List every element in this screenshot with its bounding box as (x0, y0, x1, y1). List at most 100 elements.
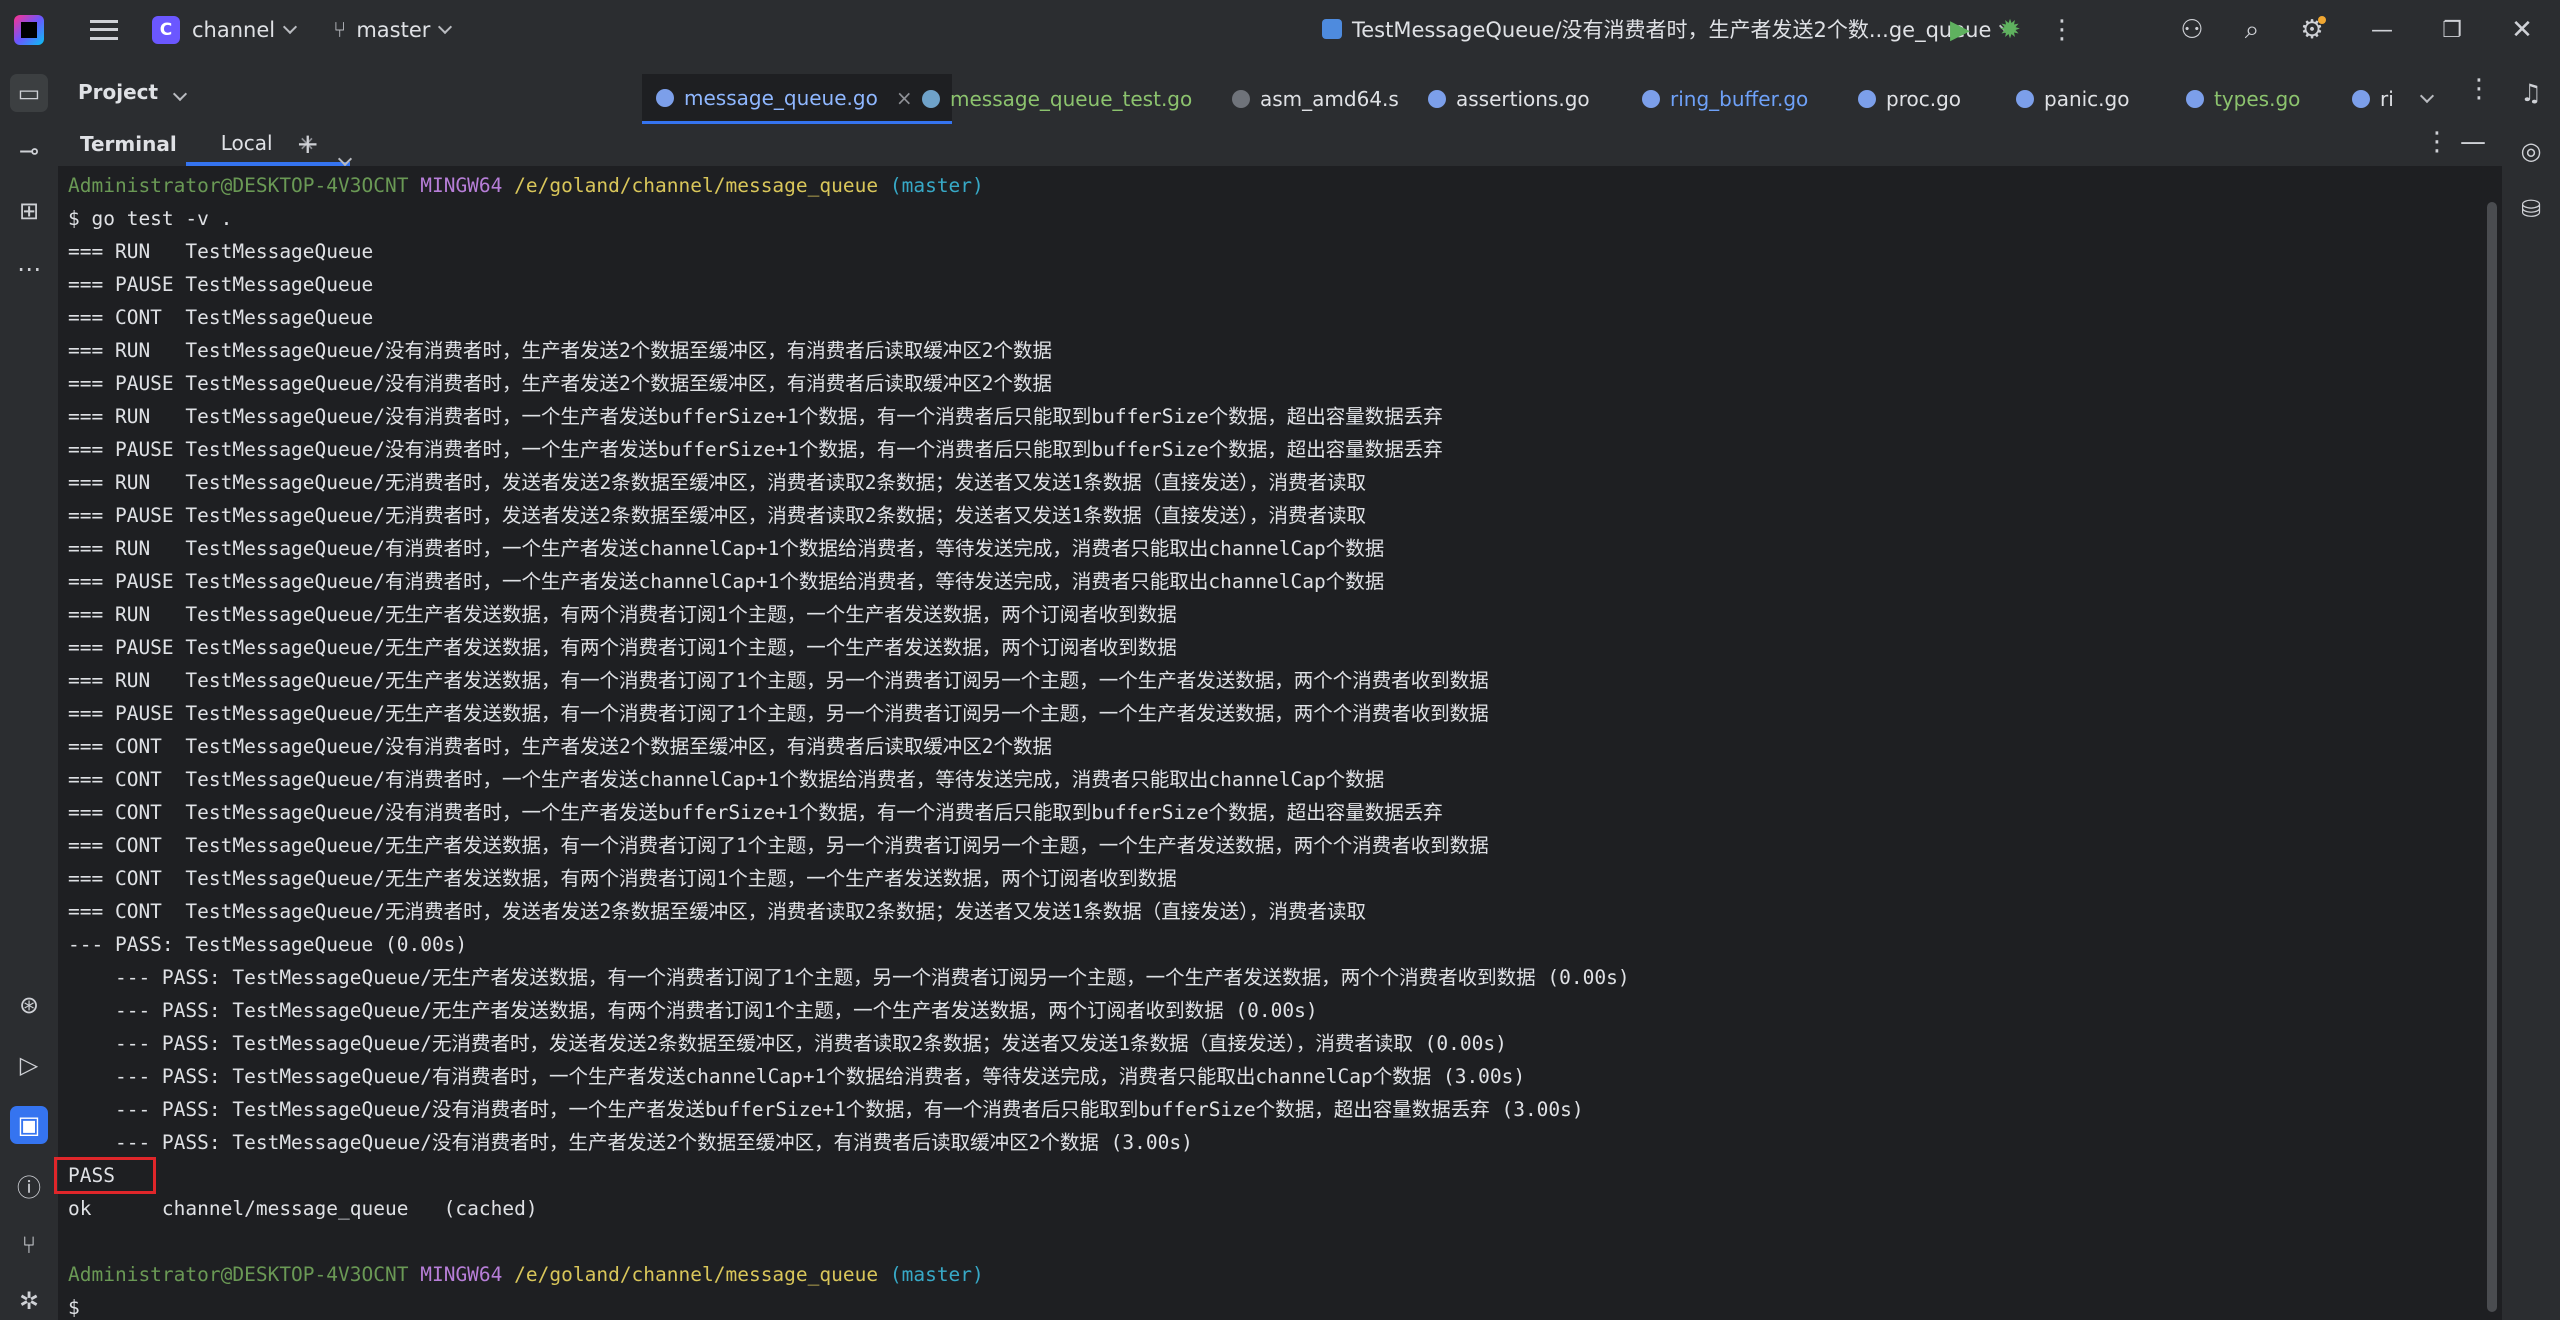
terminal-line: === RUN TestMessageQueue/有消费者时，一个生产者发送ch… (68, 537, 1385, 560)
terminal-line: === RUN TestMessageQueue/无生产者发送数据，有一个消费者… (68, 669, 1489, 692)
terminal-line: --- PASS: TestMessageQueue/没有消费者时，一个生产者发… (68, 1098, 1584, 1121)
folder-icon[interactable]: ▭ (10, 74, 48, 112)
tab-label: asm_amd64.s (1260, 87, 1399, 111)
terminal-tab-label: Local (220, 131, 273, 155)
structure-icon[interactable]: ⊞ (10, 192, 48, 230)
tab-proc-go[interactable]: proc.go (1844, 74, 1994, 124)
terminal-line: === RUN TestMessageQueue/无消费者时，发送者发送2条数据… (68, 471, 1366, 494)
tab-message-queue-go[interactable]: message_queue.go × (642, 74, 952, 124)
update-dot (2318, 16, 2326, 24)
terminal-line: === CONT TestMessageQueue/无生产者发送数据，有一个消费… (68, 834, 1489, 857)
terminal-line: === CONT TestMessageQueue/有消费者时，一个生产者发送c… (68, 768, 1385, 791)
prompt-branch: (master) (889, 174, 984, 197)
chevron-down-icon (438, 19, 453, 35)
terminal-line: === PAUSE TestMessageQueue/无生产者发送数据，有两个消… (68, 636, 1177, 659)
terminal-header: Terminal Local × + ⋮ — (58, 124, 2502, 167)
tab-label: message_queue_test.go (950, 87, 1193, 111)
terminal-line: $ go test -v . (68, 207, 233, 230)
terminal-line: === CONT TestMessageQueue/无消费者时，发送者发送2条数… (68, 900, 1366, 923)
tab-ring-buffer-go[interactable]: ring_buffer.go (1628, 74, 1838, 124)
scrollbar-thumb[interactable] (2487, 202, 2497, 1312)
chevron-down-icon (2419, 88, 2435, 104)
terminal-lines: Administrator@DESKTOP-4V3OCNT MINGW64 /e… (68, 169, 1630, 1320)
terminal-scrollbar[interactable] (2482, 166, 2502, 1320)
tab-types-go[interactable]: types.go (2172, 74, 2332, 124)
git-icon[interactable]: ⑂ (10, 1226, 48, 1264)
prompt-path: /e/goland/channel/message_queue (514, 1263, 879, 1286)
tab-label: types.go (2214, 87, 2301, 111)
ai-icon[interactable]: ◎ (2512, 132, 2550, 170)
settings-icon[interactable]: ⚙ (2296, 14, 2328, 46)
prompt-host: MINGW64 (420, 174, 503, 197)
tab-label: proc.go (1886, 87, 1961, 111)
ide-window: C channel ⑂ master TestMessageQueue/没有消费… (0, 0, 2560, 1320)
tab-label: message_queue.go (684, 85, 878, 110)
terminal-line: --- PASS: TestMessageQueue/无消费者时，发送者发送2条… (68, 1032, 1507, 1055)
terminal-line: === PAUSE TestMessageQueue/没有消费者时，一个生产者发… (68, 438, 1443, 461)
terminal-line: === PAUSE TestMessageQueue/无生产者发送数据，有一个消… (68, 702, 1489, 725)
terminal-cursor-line[interactable]: $ (68, 1291, 1630, 1320)
debug-tool-icon[interactable]: ✲ (10, 1282, 48, 1320)
run-icon[interactable]: ▶ (1944, 14, 1976, 46)
terminal-line: === PAUSE TestMessageQueue/有消费者时，一个生产者发送… (68, 570, 1385, 593)
prompt-line: Administrator@DESKTOP-4V3OCNT MINGW64 /e… (68, 169, 1630, 202)
restore-icon[interactable]: ❐ (2436, 14, 2468, 46)
more-icon[interactable]: ⋮ (2046, 14, 2078, 46)
terminal-line: === CONT TestMessageQueue/无生产者发送数据，有两个消费… (68, 867, 1177, 890)
commit-icon[interactable]: ⊸ (10, 132, 48, 170)
more-tools-icon[interactable]: ⋯ (10, 250, 48, 288)
minimize-icon[interactable]: — (2366, 14, 2398, 46)
hide-panel-icon[interactable]: — (2460, 127, 2486, 157)
asm-file-icon (1232, 90, 1250, 108)
tab-assertions-go[interactable]: assertions.go (1414, 74, 1614, 124)
tab-truncated[interactable]: ri (2338, 74, 2418, 124)
terminal-line: === RUN TestMessageQueue (68, 240, 374, 263)
terminal-icon[interactable]: ▣ (10, 1106, 48, 1144)
go-file-icon (656, 88, 674, 107)
go-file-icon (1428, 90, 1446, 108)
tab-asm-amd64-s[interactable]: asm_amd64.s (1218, 74, 1418, 124)
tabs-more-icon[interactable]: ⋮ (2466, 74, 2492, 104)
project-tool-title[interactable]: Project (78, 80, 188, 104)
right-tool-strip: ♫ ◎ ⛁ (2502, 60, 2560, 1320)
go-test-file-icon (922, 90, 940, 108)
tab-label: ri (2380, 87, 2394, 111)
add-user-icon[interactable]: ⚇ (2176, 14, 2208, 46)
tab-label: ring_buffer.go (1670, 87, 1809, 111)
project-switcher[interactable]: C channel (118, 16, 298, 44)
pass-highlight-box (54, 1157, 156, 1194)
database-icon[interactable]: ⛁ (2512, 190, 2550, 228)
terminal-line: PASS (68, 1164, 115, 1187)
new-tab-plus-icon[interactable]: + (296, 127, 319, 160)
branch-switcher[interactable]: ⑂ master (295, 18, 453, 43)
notifications-icon[interactable]: ♫ (2512, 74, 2550, 112)
tabs-overflow-chevron-icon[interactable] (2419, 78, 2435, 108)
search-icon[interactable]: ⌕ (2236, 14, 2268, 46)
app-logo-icon[interactable] (14, 15, 44, 45)
services-icon[interactable]: ⊛ (10, 986, 48, 1024)
prompt-host: MINGW64 (420, 1263, 503, 1286)
prompt-line: Administrator@DESKTOP-4V3OCNT MINGW64 /e… (68, 1258, 1630, 1291)
tab-panic-go[interactable]: panic.go (2002, 74, 2162, 124)
project-name: channel (192, 18, 276, 42)
title-bar: C channel ⑂ master TestMessageQueue/没有消费… (0, 0, 2560, 60)
close-icon[interactable]: ✕ (2506, 14, 2538, 46)
problems-icon[interactable]: ⓘ (10, 1166, 48, 1204)
prompt-path: /e/goland/channel/message_queue (514, 174, 879, 197)
prompt-user: Administrator@DESKTOP-4V3OCNT (68, 1263, 409, 1286)
hamburger-icon[interactable] (90, 20, 118, 40)
chevron-down-icon (173, 86, 188, 102)
terminal-line: === CONT TestMessageQueue (68, 306, 374, 329)
terminal-options-icon[interactable]: ⋮ (2424, 127, 2450, 157)
terminal-tab-local[interactable]: Local × (186, 124, 350, 166)
run-tool-icon[interactable]: ▷ (10, 1046, 48, 1084)
go-file-icon (1858, 90, 1876, 108)
terminal-line: --- PASS: TestMessageQueue/没有消费者时，生产者发送2… (68, 1131, 1193, 1154)
left-tool-strip: ▭ ⊸ ⊞ ⋯ ⊛ ▷ ▣ ⓘ ⑂ ✲ (0, 60, 59, 1320)
debug-icon[interactable]: ✹ (1994, 14, 2026, 46)
tab-label: assertions.go (1456, 87, 1590, 111)
terminal-output[interactable]: Administrator@DESKTOP-4V3OCNT MINGW64 /e… (58, 166, 2482, 1320)
run-config-icon (1322, 19, 1342, 39)
run-configuration-selector[interactable]: TestMessageQueue/没有消费者时，生产者发送2个数...ge_qu… (1322, 14, 2014, 44)
